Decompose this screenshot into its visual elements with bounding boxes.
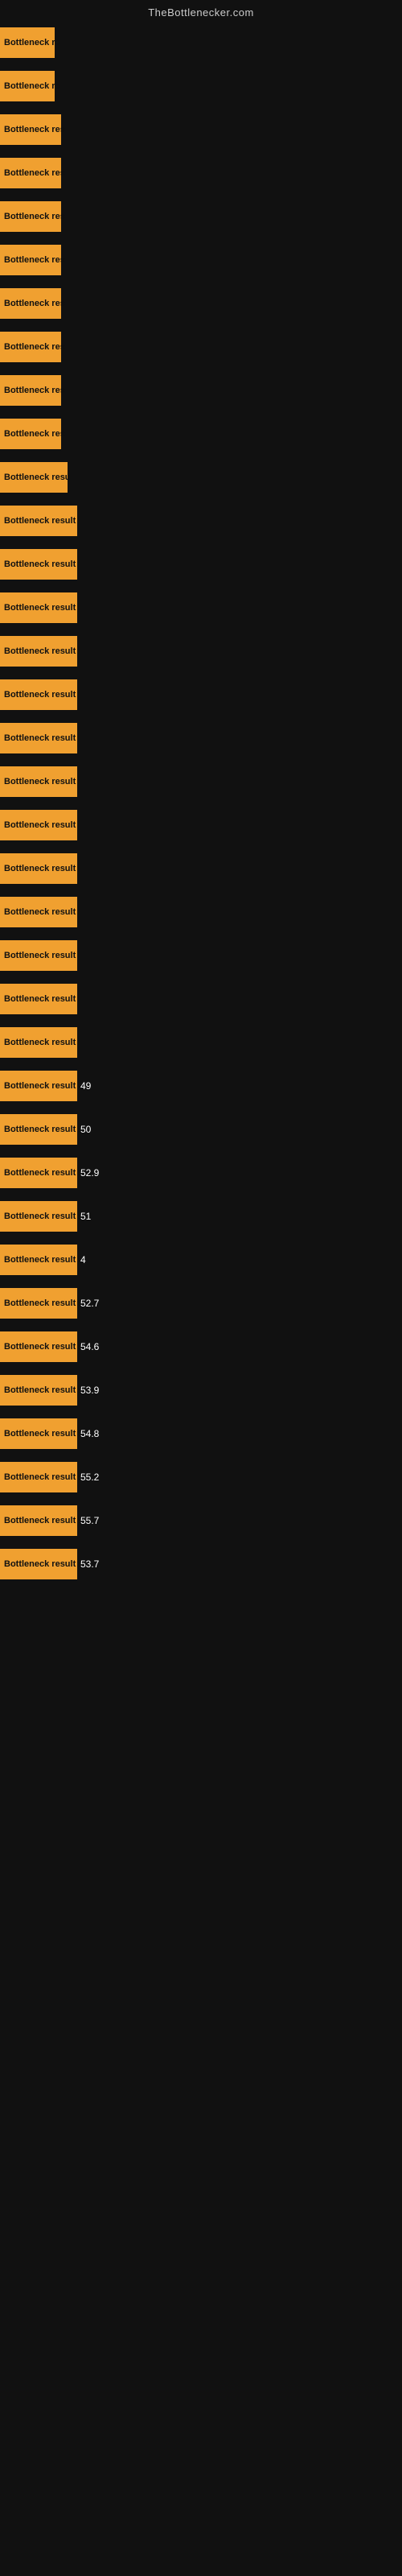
bar-row: Bottleneck result <box>0 717 402 759</box>
bar-row: Bottleneck result <box>0 543 402 585</box>
bar-row: Bottleneck result53.9 <box>0 1369 402 1411</box>
bar-value: 55.7 <box>80 1515 99 1526</box>
bar-row: Bottleneck result <box>0 978 402 1020</box>
bar-row: Bottleneck result4 <box>0 1239 402 1281</box>
bar-label: Bottleneck result <box>0 1288 77 1319</box>
bar-row: Bottleneck result <box>0 848 402 890</box>
bar-row: Bottleneck result <box>0 500 402 542</box>
bar-row: Bottleneck res <box>0 109 402 151</box>
bar-value: 49 <box>80 1080 91 1092</box>
bar-row: Bottleneck result <box>0 804 402 846</box>
bar-row: Bottleneck resu <box>0 456 402 498</box>
bar-row: Bottleneck res <box>0 196 402 237</box>
bar-row: Bottleneck result49 <box>0 1065 402 1107</box>
bar-row: Bottleneck res <box>0 326 402 368</box>
bar-value: 4 <box>80 1254 86 1265</box>
bar-value: 53.7 <box>80 1558 99 1570</box>
bar-label: Bottleneck result <box>0 549 77 580</box>
bar-value: 53.9 <box>80 1385 99 1396</box>
bar-row: Bottleneck result <box>0 587 402 629</box>
bar-label: Bottleneck result <box>0 1549 77 1579</box>
bar-label: Bottleneck result <box>0 940 77 971</box>
bar-label: Bottleneck res <box>0 288 61 319</box>
bar-row: Bottleneck result <box>0 1022 402 1063</box>
bar-label: Bottleneck result <box>0 1245 77 1275</box>
bar-label: Bottleneck result <box>0 766 77 797</box>
bar-row: Bottleneck re <box>0 65 402 107</box>
bar-label: Bottleneck result <box>0 1418 77 1449</box>
bar-label: Bottleneck re <box>0 27 55 58</box>
bar-row: Bottleneck result50 <box>0 1108 402 1150</box>
bar-row: Bottleneck result <box>0 674 402 716</box>
bar-value: 50 <box>80 1124 91 1135</box>
bar-row: Bottleneck result54.6 <box>0 1326 402 1368</box>
bar-row: Bottleneck result51 <box>0 1195 402 1237</box>
bar-label: Bottleneck result <box>0 810 77 840</box>
bar-label: Bottleneck result <box>0 1505 77 1536</box>
bar-label: Bottleneck result <box>0 1201 77 1232</box>
bar-label: Bottleneck resu <box>0 462 68 493</box>
bar-row: Bottleneck res <box>0 413 402 455</box>
bar-label: Bottleneck result <box>0 1331 77 1362</box>
bar-value: 54.6 <box>80 1341 99 1352</box>
bar-row: Bottleneck result55.7 <box>0 1500 402 1542</box>
bar-label: Bottleneck result <box>0 1462 77 1492</box>
bar-row: Bottleneck result52.7 <box>0 1282 402 1324</box>
bar-row: Bottleneck res <box>0 152 402 194</box>
bar-label: Bottleneck res <box>0 332 61 362</box>
bar-label: Bottleneck result <box>0 853 77 884</box>
bar-label: Bottleneck result <box>0 984 77 1014</box>
bar-label: Bottleneck res <box>0 419 61 449</box>
bar-value: 55.2 <box>80 1472 99 1483</box>
bar-label: Bottleneck res <box>0 201 61 232</box>
bar-label: Bottleneck result <box>0 897 77 927</box>
bar-label: Bottleneck result <box>0 1158 77 1188</box>
bar-row: Bottleneck result55.2 <box>0 1456 402 1498</box>
bar-row: Bottleneck result <box>0 935 402 976</box>
bar-label: Bottleneck result <box>0 506 77 536</box>
bar-label: Bottleneck result <box>0 1071 77 1101</box>
bar-label: Bottleneck result <box>0 1027 77 1058</box>
bar-row: Bottleneck result <box>0 891 402 933</box>
bar-label: Bottleneck result <box>0 1114 77 1145</box>
bar-value: 51 <box>80 1211 91 1222</box>
bar-row: Bottleneck result53.7 <box>0 1543 402 1585</box>
bar-row: Bottleneck res <box>0 283 402 324</box>
bar-label: Bottleneck result <box>0 723 77 753</box>
bar-label: Bottleneck res <box>0 114 61 145</box>
bar-row: Bottleneck result52.9 <box>0 1152 402 1194</box>
bar-label: Bottleneck res <box>0 375 61 406</box>
bar-label: Bottleneck re <box>0 71 55 101</box>
bar-value: 52.9 <box>80 1167 99 1179</box>
bar-label: Bottleneck result <box>0 592 77 623</box>
chart-area: Bottleneck re Bottleneck re Bottleneck res… <box>0 22 402 1603</box>
bar-row: Bottleneck res <box>0 239 402 281</box>
bar-row: Bottleneck re <box>0 22 402 64</box>
bar-row: Bottleneck result <box>0 761 402 803</box>
bar-label: Bottleneck res <box>0 158 61 188</box>
bar-label: Bottleneck result <box>0 679 77 710</box>
bar-row: Bottleneck result <box>0 630 402 672</box>
bar-row: Bottleneck result54.8 <box>0 1413 402 1455</box>
bar-value: 52.7 <box>80 1298 99 1309</box>
site-title: TheBottlenecker.com <box>0 0 402 22</box>
bar-label: Bottleneck result <box>0 636 77 667</box>
bar-label: Bottleneck result <box>0 1375 77 1406</box>
bar-row: Bottleneck res <box>0 369 402 411</box>
bar-value: 54.8 <box>80 1428 99 1439</box>
bar-label: Bottleneck res <box>0 245 61 275</box>
